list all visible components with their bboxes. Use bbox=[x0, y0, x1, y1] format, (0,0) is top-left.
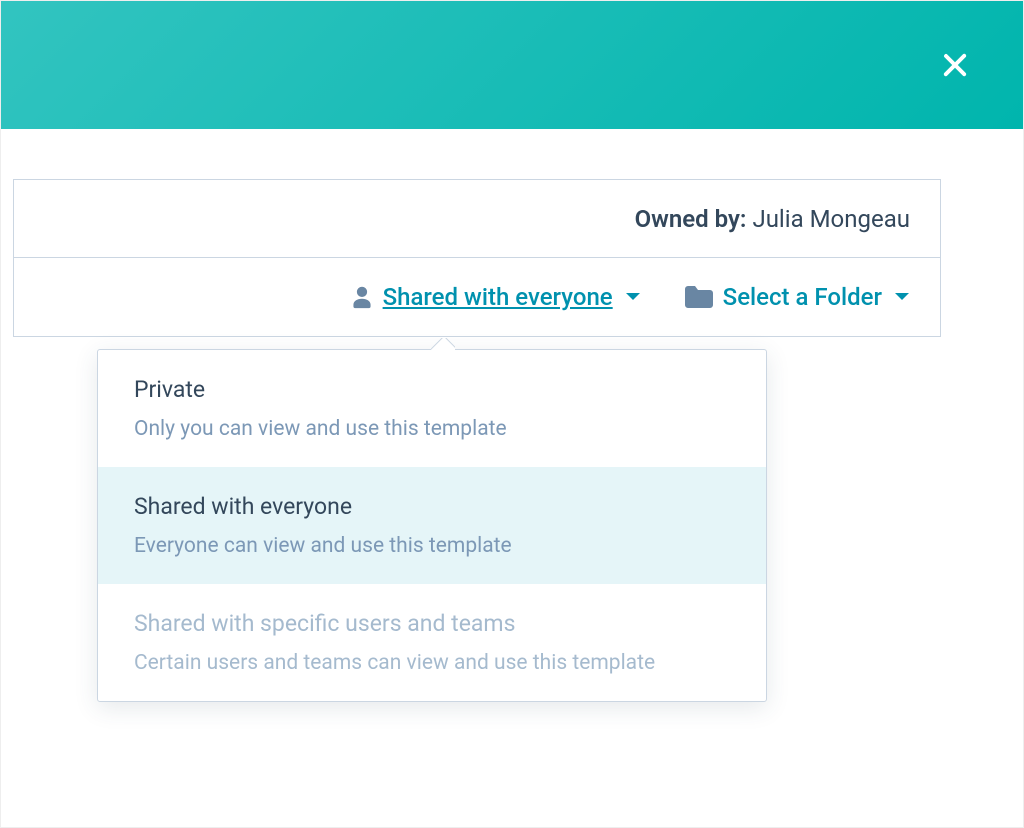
modal-frame: Owned by: Julia Mongeau Shared with ever… bbox=[0, 0, 1024, 828]
close-button[interactable] bbox=[935, 45, 975, 85]
caret-down-icon bbox=[894, 292, 910, 302]
folder-icon bbox=[685, 286, 713, 308]
popover-arrow bbox=[431, 338, 455, 350]
controls-row: Shared with everyone Select a Folder bbox=[14, 258, 940, 336]
sharing-option-everyone[interactable]: Shared with everyone Everyone can view a… bbox=[98, 467, 766, 584]
person-icon bbox=[351, 285, 373, 309]
sharing-dropdown-trigger[interactable]: Shared with everyone bbox=[351, 283, 641, 311]
option-description: Everyone can view and use this template bbox=[134, 534, 730, 558]
properties-panel: Owned by: Julia Mongeau Shared with ever… bbox=[13, 179, 941, 337]
folder-dropdown-trigger[interactable]: Select a Folder bbox=[685, 283, 910, 311]
option-title: Shared with everyone bbox=[134, 493, 730, 520]
sharing-option-specific: Shared with specific users and teams Cer… bbox=[98, 584, 766, 701]
option-title: Shared with specific users and teams bbox=[134, 610, 730, 637]
sharing-popover: Private Only you can view and use this t… bbox=[97, 349, 767, 702]
owner-label: Owned by: bbox=[635, 205, 747, 233]
sharing-option-private[interactable]: Private Only you can view and use this t… bbox=[98, 350, 766, 467]
option-title: Private bbox=[134, 376, 730, 403]
owner-name: Julia Mongeau bbox=[752, 205, 910, 233]
sharing-dropdown-label: Shared with everyone bbox=[383, 283, 613, 311]
owner-row: Owned by: Julia Mongeau bbox=[14, 180, 940, 258]
option-description: Certain users and teams can view and use… bbox=[134, 651, 730, 675]
modal-header bbox=[1, 1, 1023, 129]
close-icon bbox=[939, 49, 971, 81]
folder-dropdown-label: Select a Folder bbox=[723, 283, 882, 311]
option-description: Only you can view and use this template bbox=[134, 417, 730, 441]
caret-down-icon bbox=[625, 292, 641, 302]
